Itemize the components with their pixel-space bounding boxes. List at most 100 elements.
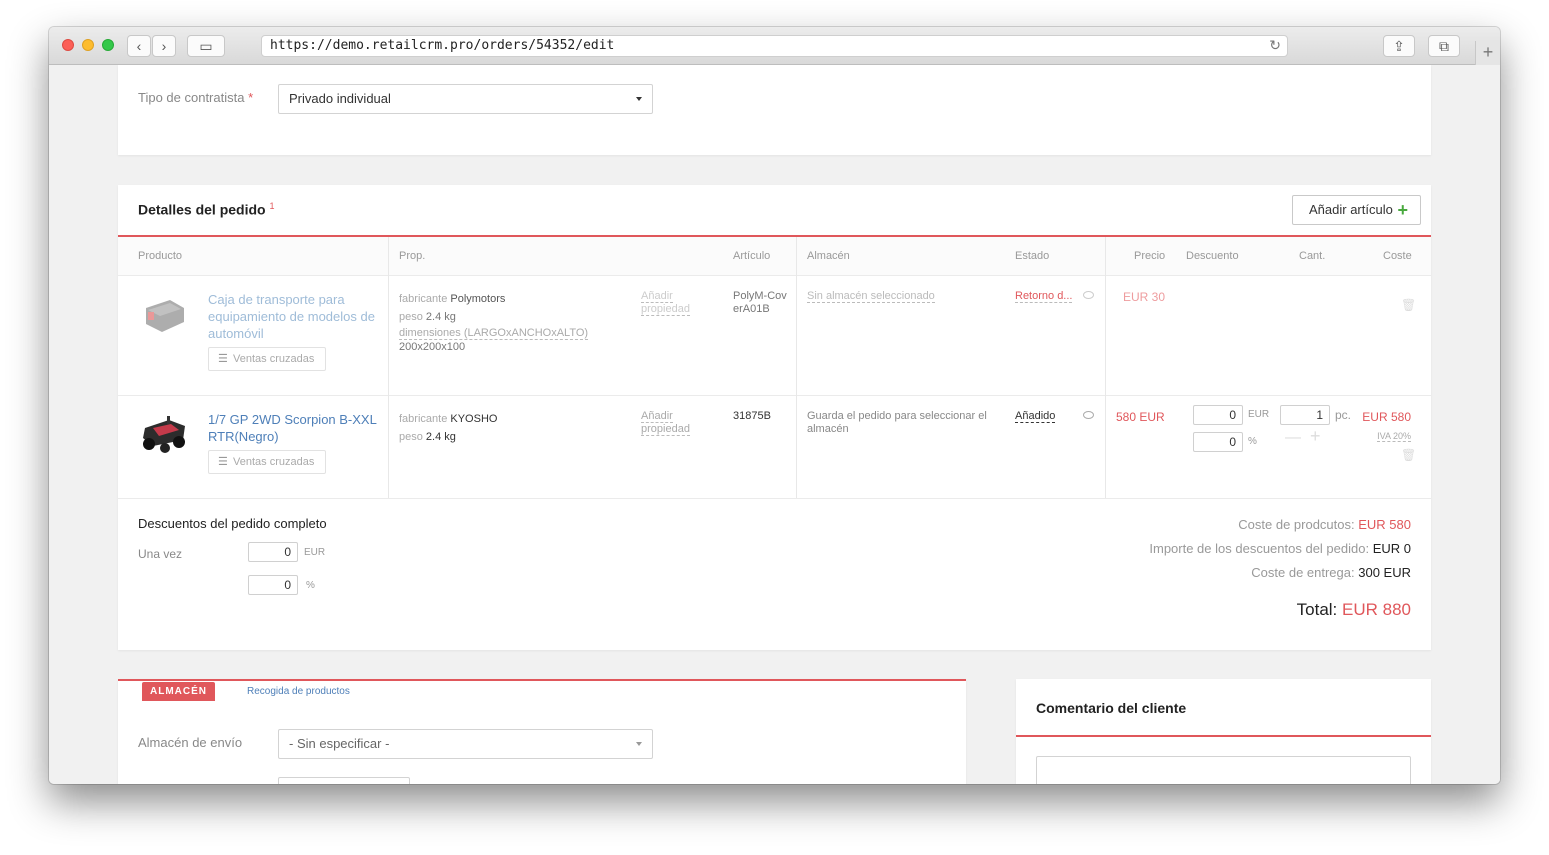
delivery-cost-value: 300 EUR xyxy=(1358,565,1411,580)
comment-icon[interactable] xyxy=(1083,291,1094,299)
increase-quantity-button[interactable]: + xyxy=(1310,426,1321,447)
col-almacen: Almacén xyxy=(807,250,850,262)
prop-row: fabricante Polymotors xyxy=(399,293,506,305)
prop-row: fabricante KYOSHO xyxy=(399,413,498,425)
chevron-left-icon: ‹ xyxy=(136,38,142,54)
article-code: 31875B xyxy=(733,410,771,422)
col-articulo: Artículo xyxy=(733,250,771,262)
delivery-cost-line: Coste de entrega: 300 EUR xyxy=(1251,565,1411,580)
close-window-button[interactable] xyxy=(62,39,74,51)
price-value: 580 EUR xyxy=(1116,410,1165,424)
prop-row: dimensiones (LARGOxANCHOxALTO) 200x200x10… xyxy=(399,327,589,353)
warehouse-extra-field[interactable] xyxy=(278,777,410,784)
col-descuento: Descuento xyxy=(1186,250,1239,262)
discount-percent-input[interactable]: 0 xyxy=(1193,432,1243,452)
address-bar[interactable]: https://demo.retailcrm.pro/orders/54352/… xyxy=(261,35,1288,57)
warehouse-select-link[interactable]: Sin almacén seleccionado xyxy=(807,290,935,303)
warehouse-hint: Guarda el pedido para seleccionar el alm… xyxy=(807,410,987,435)
cross-sales-label: Ventas cruzadas xyxy=(233,353,315,365)
cost-value: EUR 580 xyxy=(1362,410,1411,424)
reload-icon[interactable]: ↻ xyxy=(1269,36,1281,56)
col-coste: Coste xyxy=(1383,250,1412,262)
items-count-badge: 1 xyxy=(269,201,275,211)
customer-comment-title: Comentario del cliente xyxy=(1036,700,1187,716)
prop-row: peso 2.4 kg xyxy=(399,431,456,443)
once-label: Una vez xyxy=(138,547,183,561)
order-discount-amount-input[interactable]: 0 xyxy=(248,542,298,562)
product-name-link[interactable]: Caja de transporte para equipamiento de … xyxy=(208,291,383,342)
contractor-card: Tipo de contratista * Privado individual xyxy=(118,65,1431,155)
discount-amount-input[interactable]: 0 xyxy=(1193,405,1243,425)
col-estado: Estado xyxy=(1015,250,1050,262)
show-tabs-button[interactable]: ⧉ xyxy=(1428,35,1460,57)
order-discount-percent-input[interactable]: 0 xyxy=(248,575,298,595)
contractor-type-label: Tipo de contratista * xyxy=(138,90,254,105)
add-article-button[interactable]: Añadir artículo + xyxy=(1292,195,1421,225)
status-select[interactable]: Retorno d... xyxy=(1015,290,1073,303)
url-text: https://demo.retailcrm.pro/orders/54352/… xyxy=(270,38,615,53)
vat-select[interactable]: IVA 20% xyxy=(1377,431,1411,442)
minimize-window-button[interactable] xyxy=(82,39,94,51)
discount-currency: EUR xyxy=(1248,409,1270,420)
caret-down-icon xyxy=(636,742,642,746)
list-icon: ☰ xyxy=(218,353,228,365)
required-mark: * xyxy=(248,90,254,105)
sidebar-icon: ▭ xyxy=(199,38,213,54)
prop-row: peso 2.4 kg xyxy=(399,311,456,323)
shipping-warehouse-value: - Sin especificar - xyxy=(289,736,390,751)
quantity-input[interactable]: 1 xyxy=(1280,405,1330,425)
tabs-icon: ⧉ xyxy=(1439,38,1449,54)
product-name-link[interactable]: 1/7 GP 2WD Scorpion B-XXL RTR(Negro) xyxy=(208,411,383,445)
col-cant: Cant. xyxy=(1299,250,1326,262)
chevron-right-icon: › xyxy=(161,38,167,54)
price-value: EUR 30 xyxy=(1123,290,1166,304)
add-property-link[interactable]: Añadir propiedad xyxy=(641,410,701,436)
trash-icon[interactable]: 🗑 xyxy=(1401,448,1416,462)
tab-recogida[interactable]: Recogida de productos xyxy=(247,686,350,697)
col-producto: Producto xyxy=(138,250,183,262)
comment-icon[interactable] xyxy=(1083,411,1094,419)
product-props: fabricante KYOSHO peso 2.4 kg xyxy=(399,410,639,446)
warehouse-divider xyxy=(118,679,966,681)
products-cost-line: Coste de prodcutos: EUR 580 xyxy=(1238,517,1411,532)
zoom-window-button[interactable] xyxy=(102,39,114,51)
table-row: 1/7 GP 2WD Scorpion B-XXL RTR(Negro) ☰ V… xyxy=(118,396,1431,498)
customer-comment-textarea[interactable] xyxy=(1036,756,1411,784)
customer-comment-card: Comentario del cliente xyxy=(1016,679,1431,784)
plus-icon: + xyxy=(1482,42,1494,62)
share-button[interactable]: ⇪ xyxy=(1383,35,1415,57)
shipping-warehouse-select[interactable]: - Sin especificar - xyxy=(278,729,653,759)
sidebar-toggle-button[interactable]: ▭ xyxy=(187,35,225,57)
status-select[interactable]: Añadido xyxy=(1015,410,1056,423)
total-value: EUR 880 xyxy=(1342,600,1411,619)
trash-icon[interactable]: 🗑 xyxy=(1401,298,1416,312)
order-discount-currency: EUR xyxy=(304,547,326,558)
order-details-title: Detalles del pedido 1 xyxy=(138,201,275,218)
contractor-type-select[interactable]: Privado individual xyxy=(278,84,653,114)
order-details-card: Detalles del pedido 1 Añadir artículo + … xyxy=(118,185,1431,650)
col-prop: Prop. xyxy=(399,250,426,262)
cross-sales-button[interactable]: ☰ Ventas cruzadas xyxy=(208,347,326,371)
new-tab-button[interactable]: + xyxy=(1475,41,1500,65)
discounts-line: Importe de los descuentos del pedido: EU… xyxy=(1149,541,1411,556)
order-discounts-title: Descuentos del pedido completo xyxy=(138,516,327,531)
order-discount-percent-sign: % xyxy=(306,580,315,591)
tab-almacen[interactable]: ALMACÉN xyxy=(142,682,215,701)
browser-toolbar: ‹ › ▭ https://demo.retailcrm.pro/orders/… xyxy=(49,27,1500,65)
row-divider xyxy=(118,498,1431,499)
add-property-link[interactable]: Añadir propiedad xyxy=(641,290,701,316)
forward-button[interactable]: › xyxy=(152,35,176,57)
percent-sign: % xyxy=(1248,436,1257,447)
total-line: Total: EUR 880 xyxy=(1296,600,1411,619)
product-image xyxy=(140,296,188,336)
cross-sales-button[interactable]: ☰ Ventas cruzadas xyxy=(208,450,326,474)
product-image xyxy=(139,410,189,458)
back-button[interactable]: ‹ xyxy=(127,35,151,57)
share-icon: ⇪ xyxy=(1393,38,1405,54)
list-icon: ☰ xyxy=(218,456,228,468)
discounts-value: EUR 0 xyxy=(1372,541,1411,556)
caret-down-icon xyxy=(636,97,642,101)
cross-sales-label: Ventas cruzadas xyxy=(233,456,315,468)
decrease-quantity-button[interactable]: — xyxy=(1285,429,1301,447)
browser-window: ‹ › ▭ https://demo.retailcrm.pro/orders/… xyxy=(49,27,1500,784)
